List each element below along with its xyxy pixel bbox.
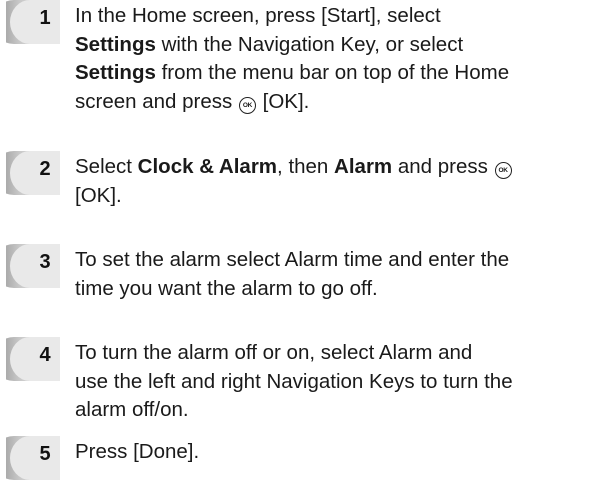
step-text-line: To set the alarm select Alarm time and e… — [75, 246, 587, 275]
step-text-bold: Clock & Alarm — [137, 155, 278, 178]
step-number-badge: 2 — [6, 151, 60, 195]
step-text-line: Settings with the Navigation Key, or sel… — [75, 31, 587, 60]
step-text-line: Press [Done]. — [75, 438, 587, 467]
step-number: 5 — [39, 443, 51, 465]
ok-key-icon: OK — [494, 162, 512, 179]
step-number: 4 — [39, 344, 51, 366]
step-text-bold: Alarm — [334, 155, 393, 178]
step-text-line: To turn the alarm off or on, select Alar… — [75, 339, 587, 368]
step-text-line: Select Clock & Alarm, then Alarm and pre… — [75, 153, 587, 182]
step-text-line: time you want the alarm to go off. — [75, 275, 587, 304]
step-text-bold: Settings — [75, 61, 156, 84]
step-text-run: Press [Done]. — [75, 440, 200, 463]
step-text: To turn the alarm off or on, select Alar… — [75, 339, 587, 425]
step-text-run: screen and press — [75, 89, 238, 113]
ok-key-icon: OK — [238, 96, 256, 114]
step-text-run: , then — [277, 155, 335, 178]
step-number-badge: 3 — [6, 244, 60, 288]
step-text: Press [Done]. — [75, 438, 587, 467]
step-text-run: In the Home screen, press [Start], selec… — [75, 4, 441, 27]
step-text-line: alarm off/on. — [75, 396, 587, 425]
step-text-line: In the Home screen, press [Start], selec… — [75, 2, 587, 31]
step-text: In the Home screen, press [Start], selec… — [75, 2, 587, 116]
step-number: 2 — [39, 158, 51, 180]
instruction-steps: 1 In the Home screen, press [Start], sel… — [0, 0, 590, 480]
step-number: 3 — [39, 251, 51, 273]
step-number-badge: 4 — [6, 337, 60, 381]
step-text-run: To turn the alarm off or on, select Alar… — [75, 341, 473, 364]
step-text-line: [OK]. — [75, 182, 587, 211]
step-text-run: time you want the alarm to go off. — [75, 276, 378, 300]
step-text-line: use the left and right Navigation Keys t… — [75, 368, 587, 397]
step-number-badge: 5 — [6, 436, 60, 480]
step-text-line: screen and press OK [OK]. — [75, 88, 587, 117]
step-text: To set the alarm select Alarm time and e… — [75, 246, 587, 303]
step-text-run: [OK]. — [75, 183, 122, 207]
step-text-run: Select — [75, 155, 138, 178]
step-number: 1 — [39, 7, 51, 29]
step-text: Select Clock & Alarm, then Alarm and pre… — [75, 153, 587, 210]
step-text-line: Settings from the menu bar on top of the… — [75, 59, 587, 88]
step-text-run: To set the alarm select Alarm time and e… — [75, 248, 510, 271]
step-text-run: use the left and right Navigation Keys t… — [75, 369, 513, 393]
step-text-run: from the menu bar on top of the Home — [155, 61, 510, 84]
step-text-bold: Settings — [75, 32, 156, 56]
step-text-run: alarm off/on. — [75, 398, 189, 421]
step-text-run: and press — [392, 155, 494, 178]
step-text-run: [OK]. — [256, 89, 310, 113]
step-number-badge: 1 — [6, 0, 60, 44]
step-text-run: with the Navigation Key, or select — [155, 32, 464, 56]
